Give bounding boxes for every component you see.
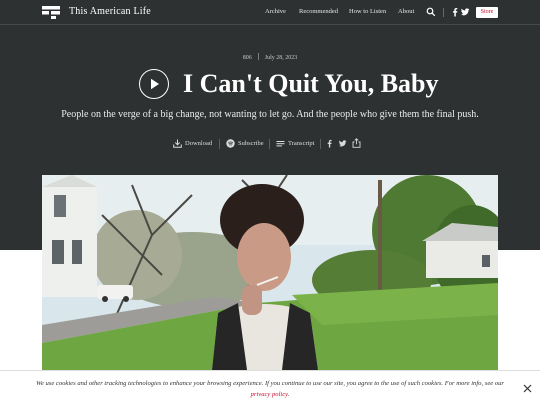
subscribe-button[interactable]: Subscribe [226,138,264,149]
spotify-icon [226,139,235,148]
transcript-button[interactable]: Transcript [276,138,314,149]
download-label: Download [185,140,213,147]
episode-actions: Download Subscribe Transcript [0,138,540,150]
nav-link-how-to-listen[interactable]: How to Listen [349,8,386,15]
facebook-share-icon[interactable] [325,139,334,148]
play-icon [151,78,159,90]
play-button[interactable] [139,69,169,99]
nav-link-about[interactable]: About [398,8,414,15]
episode-photo [42,175,498,370]
nav-link-recommended[interactable]: Recommended [299,8,338,15]
twitter-share-icon[interactable] [338,139,347,148]
nav-link-archive[interactable]: Archive [265,8,286,15]
brand-name[interactable]: This American Life [69,6,151,17]
meta-divider [257,53,259,60]
download-button[interactable]: Download [173,138,212,149]
logo-icon[interactable] [42,6,60,19]
transcript-label: Transcript [288,140,315,147]
share-icon[interactable] [352,138,361,148]
episode-meta: 806 July 28, 2023 [0,53,540,61]
cookie-text: We use cookies and other tracking techno… [36,380,504,387]
action-divider [219,139,220,149]
facebook-icon[interactable] [450,7,460,17]
transcript-icon [276,141,285,147]
search-icon[interactable] [426,7,436,17]
cookie-tail: . [287,391,290,398]
episode-date: July 28, 2023 [264,55,298,61]
action-divider [320,139,321,149]
nav-divider [443,8,444,17]
privacy-policy-link[interactable]: privacy policy [251,391,288,398]
episode-description: People on the verge of a big change, not… [61,109,479,120]
subscribe-label: Subscribe [238,140,264,147]
action-divider [269,139,270,149]
episode-title: I Can't Quit You, Baby [183,69,439,98]
close-icon[interactable] [522,383,533,394]
twitter-icon[interactable] [460,7,470,17]
episode-number[interactable]: 806 [243,55,252,61]
top-nav: This American Life Archive Recommended H… [0,0,540,25]
store-button[interactable]: Store [476,7,498,18]
download-icon [173,139,182,148]
cookie-message: We use cookies and other tracking techno… [36,378,504,400]
cookie-banner: We use cookies and other tracking techno… [0,370,540,405]
